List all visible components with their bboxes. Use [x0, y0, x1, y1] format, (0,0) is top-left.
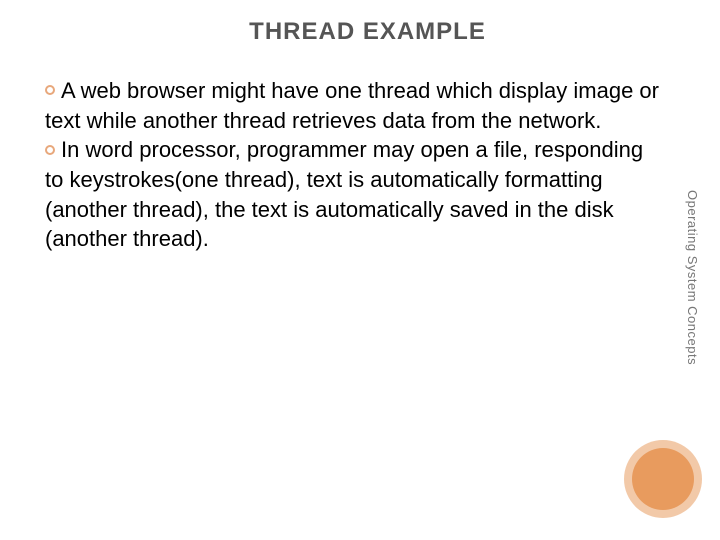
- bullet-icon: [45, 85, 55, 95]
- slide-title: THREAD EXAMPLE: [45, 18, 690, 46]
- bullet-text: In word processor, programmer may open a…: [45, 137, 643, 251]
- list-item: In word processor, programmer may open a…: [45, 135, 660, 254]
- slide: THREAD EXAMPLE A web browser might have …: [0, 0, 720, 540]
- list-item: A web browser might have one thread whic…: [45, 76, 660, 135]
- side-label: Operating System Concepts: [685, 190, 700, 365]
- decorative-circle-inner: [632, 448, 694, 510]
- content-area: A web browser might have one thread whic…: [45, 76, 690, 254]
- bullet-icon: [45, 145, 55, 155]
- bullet-text: A web browser might have one thread whic…: [45, 78, 659, 133]
